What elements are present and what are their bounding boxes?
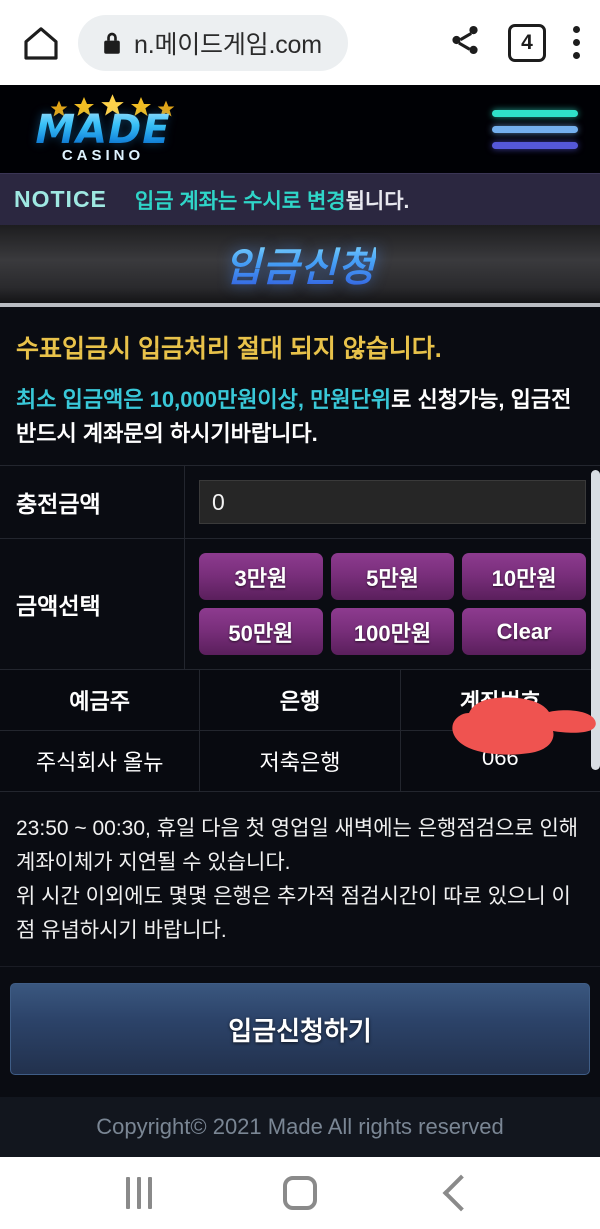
- amount-field-cell: [185, 466, 600, 538]
- notice-bar[interactable]: NOTICE 입금 계좌는 수시로 변경됩니다.: [0, 173, 600, 225]
- notice-message-tail: 됩니다.: [345, 189, 410, 213]
- url-bar[interactable]: n.메이드게임.com: [78, 14, 348, 71]
- column-header-account-holder: 예금주: [0, 670, 201, 732]
- warning-box: 수표입금시 입금처리 절대 되지 않습니다. 최소 입금액은 10,000만원이…: [0, 307, 600, 466]
- quick-amount-button-50000[interactable]: 5만원: [330, 553, 455, 601]
- copyright-text: Copyright© 2021 Made All rights reserved: [96, 1114, 504, 1140]
- submit-area: 입금신청하기: [0, 967, 600, 1098]
- notice-label: NOTICE: [14, 186, 107, 212]
- recent-apps-icon[interactable]: [125, 1177, 152, 1210]
- quick-amount-button-100000[interactable]: 10만원: [462, 553, 586, 601]
- cell-account-number: 066: [481, 745, 519, 771]
- bank-hours-notice: 23:50 ~ 00:30, 휴일 다음 첫 영업일 새벽에는 은행점검으로 인…: [0, 792, 600, 968]
- tab-count-button[interactable]: 4: [508, 23, 546, 62]
- notice-message-highlight: 입금 계좌는 수시로 변경: [134, 189, 346, 213]
- quick-amount-row: 금액선택 3만원 5만원 10만원 50만원 100만원 Clear: [0, 539, 600, 671]
- cell-account-holder: 주식회사 올뉴: [0, 731, 201, 792]
- share-icon[interactable]: [448, 23, 482, 62]
- kebab-menu-icon[interactable]: [572, 26, 580, 59]
- warning-line-2: 최소 입금액은 10,000만원이상, 만원단위로 신청가능, 입금전 반드시 …: [16, 383, 584, 451]
- warning-line-1: 수표입금시 입금처리 절대 되지 않습니다.: [16, 335, 442, 363]
- page-title-banner: 입금신청: [0, 225, 600, 307]
- amount-label: 충전금액: [0, 466, 185, 539]
- amount-row: 충전금액: [0, 466, 600, 540]
- hamburger-icon[interactable]: [492, 109, 578, 149]
- site-logo[interactable]: MADE CASINO: [18, 89, 188, 169]
- clear-button[interactable]: Clear: [462, 608, 586, 656]
- phone-screen: n.메이드게임.com 4 MADE CASINO NOTICE 입금 계좌는 …: [0, 0, 600, 1229]
- notice-message: 입금 계좌는 수시로 변경됩니다.: [135, 185, 410, 215]
- url-text: n.메이드게임.com: [134, 30, 322, 59]
- cell-bank: 저축은행: [200, 731, 401, 792]
- table-row: 주식회사 올뉴 저축은행 066: [0, 731, 600, 792]
- android-nav-bar: [0, 1157, 600, 1229]
- home-icon[interactable]: [18, 20, 64, 66]
- browser-toolbar: n.메이드게임.com 4: [0, 0, 600, 85]
- browser-actions: 4: [448, 23, 582, 62]
- main-content: 수표입금시 입금처리 절대 되지 않습니다. 최소 입금액은 10,000만원이…: [0, 307, 600, 1158]
- column-header-bank: 은행: [200, 670, 401, 732]
- quick-amount-cell: 3만원 5만원 10만원 50만원 100만원 Clear: [185, 539, 600, 669]
- page-scrollbar[interactable]: [591, 470, 600, 770]
- lock-icon: [102, 31, 122, 55]
- submit-deposit-button[interactable]: 입금신청하기: [10, 983, 590, 1076]
- bank-hours-notice-line-2: 위 시간 이외에도 몇몇 은행은 추가적 점검시간이 따로 있으니 이점 유념하…: [16, 885, 571, 943]
- logo-subtitle: CASINO: [61, 147, 145, 164]
- quick-amount-label: 금액선택: [0, 539, 185, 670]
- quick-amount-button-500000[interactable]: 50만원: [199, 608, 323, 656]
- site-footer: Copyright© 2021 Made All rights reserved: [0, 1097, 600, 1158]
- amount-input[interactable]: [199, 480, 586, 525]
- page-title: 입금신청: [224, 235, 375, 293]
- column-header-account-number: 계좌번호: [400, 670, 600, 732]
- home-button-icon[interactable]: [282, 1176, 317, 1211]
- quick-amount-grid: 3만원 5만원 10만원 50만원 100만원 Clear: [199, 553, 586, 656]
- quick-amount-button-30000[interactable]: 3만원: [199, 553, 323, 601]
- deposit-form: 충전금액 금액선택 3만원 5만원 10만원 50만원 100만원 Clear: [0, 465, 600, 671]
- bank-hours-notice-line-1: 23:50 ~ 00:30, 휴일 다음 첫 영업일 새벽에는 은행점검으로 인…: [16, 817, 579, 875]
- tab-count-label: 4: [521, 30, 533, 54]
- quick-amount-button-1000000[interactable]: 100만원: [330, 608, 455, 656]
- bank-table-header: 예금주 은행 계좌번호: [0, 670, 600, 732]
- warning-line-2-cyan: 최소 입금액은 10,000만원이상, 만원단위: [16, 387, 392, 412]
- back-button-icon[interactable]: [442, 1174, 480, 1212]
- bank-account-table: 예금주 은행 계좌번호 주식회사 올뉴 저축은행 066: [0, 670, 600, 793]
- site-header: MADE CASINO: [0, 85, 600, 173]
